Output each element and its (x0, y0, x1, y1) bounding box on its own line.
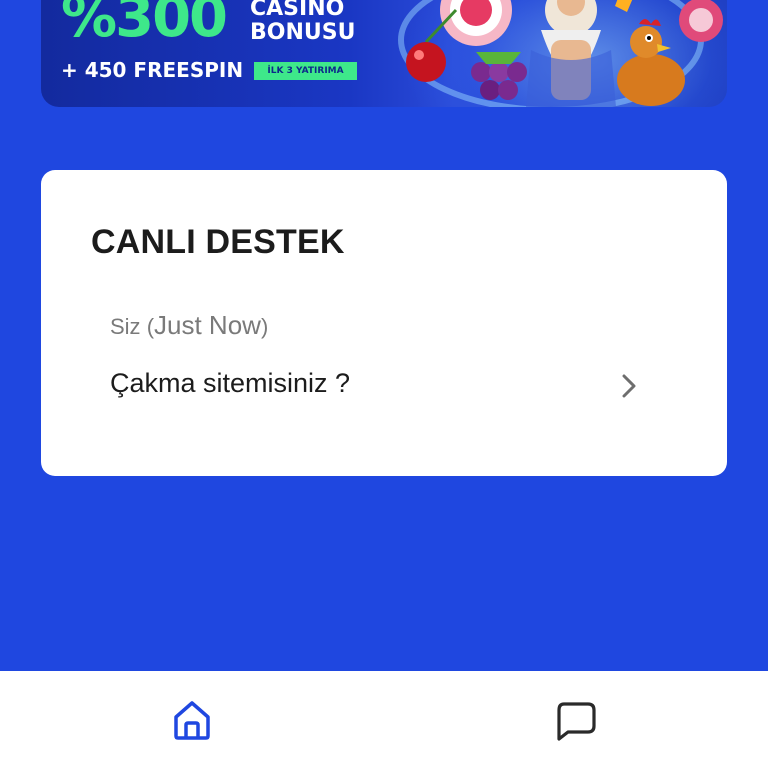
promo-banner[interactable]: %300 CASINO BONUSU + 450 FREESPIN İLK 3 … (41, 0, 727, 107)
gem (615, 0, 633, 12)
page: %300 CASINO BONUSU + 450 FREESPIN İLK 3 … (0, 0, 768, 768)
banner-percent: %300 (61, 0, 228, 50)
banner-tag: İLK 3 YATIRIMA (254, 62, 357, 80)
chevron-right-icon (622, 374, 636, 398)
chat-icon (557, 702, 596, 741)
conversation-row[interactable]: Çakma sitemisiniz ? (110, 366, 640, 406)
cherry (406, 42, 446, 82)
message-meta: Siz (Just Now) (110, 310, 268, 341)
message-time: Just Now (154, 310, 261, 340)
bottom-nav (0, 671, 768, 768)
message-text: Çakma sitemisiniz ? (110, 368, 351, 398)
banner-freespin: + 450 FREESPIN (61, 58, 244, 82)
home-icon (174, 701, 210, 740)
nav-home-button[interactable] (167, 695, 217, 745)
time-open-paren: ( (146, 314, 155, 339)
banner-casino-bonus: CASINO BONUSU (250, 0, 356, 46)
grapes (471, 52, 527, 100)
message-sender: Siz (110, 314, 141, 339)
card-title: CANLI DESTEK (91, 223, 345, 261)
time-close-paren: ) (260, 314, 269, 339)
zeus-figure (526, 0, 616, 107)
banner-artwork (398, 0, 723, 107)
chicken (617, 19, 685, 106)
nav-chat-button[interactable] (551, 695, 601, 745)
live-support-card: CANLI DESTEK Siz (Just Now) Çakma sitemi… (41, 170, 727, 476)
